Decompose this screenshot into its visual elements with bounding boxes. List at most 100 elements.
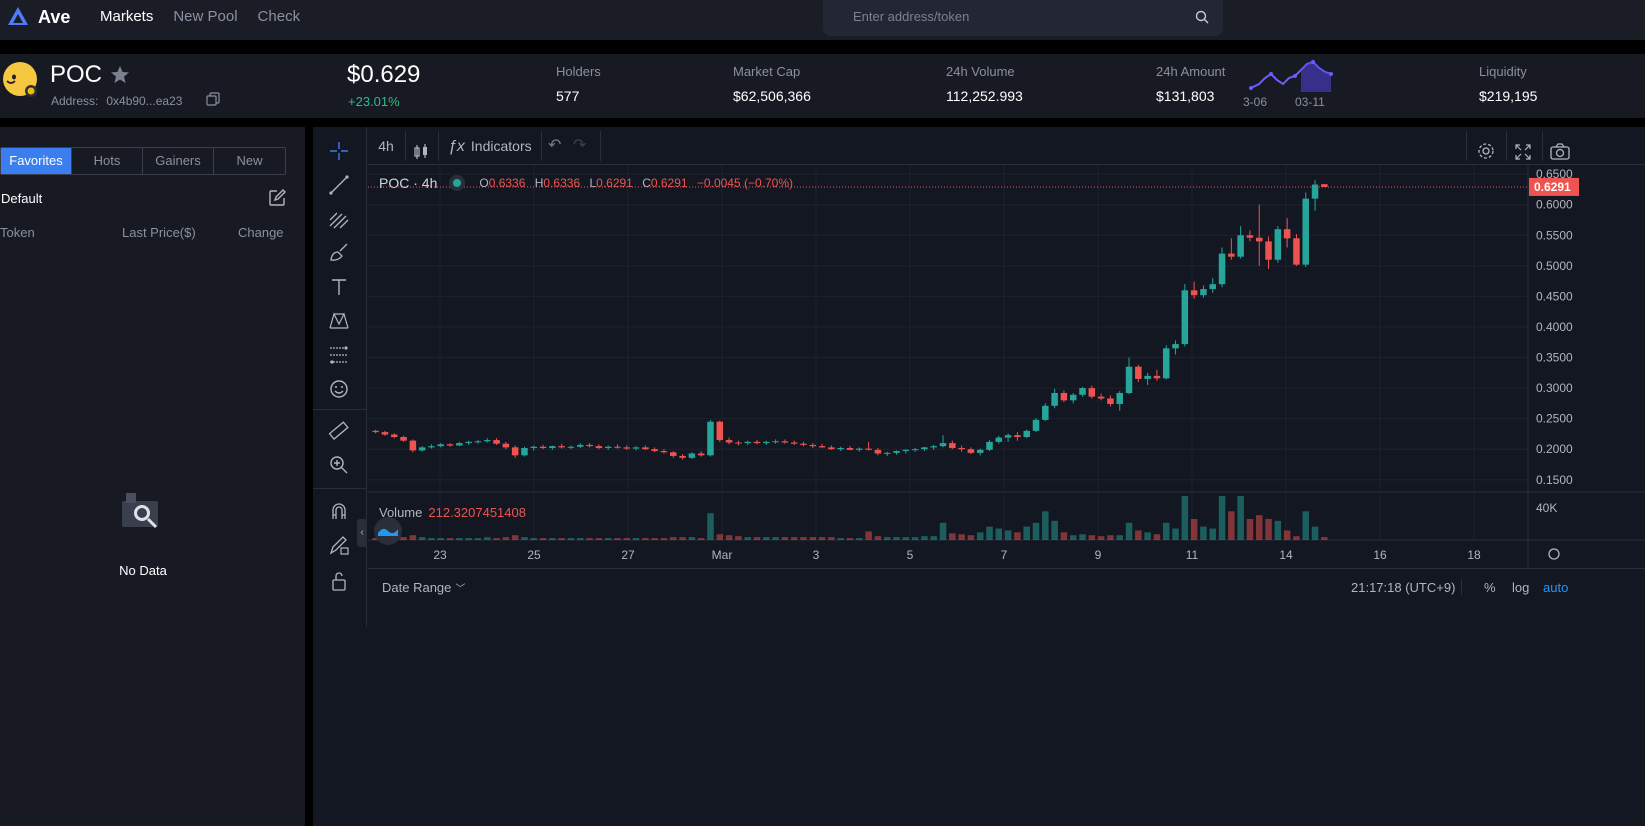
- volume-bar: [921, 536, 928, 540]
- tab-hots[interactable]: Hots: [72, 148, 143, 174]
- favorite-star-icon[interactable]: [110, 65, 130, 85]
- volume-bar: [1302, 511, 1310, 540]
- time-tick-label: 11: [1186, 548, 1199, 562]
- nav-check[interactable]: Check: [258, 8, 301, 25]
- candle-body: [1125, 366, 1133, 393]
- candle-body: [772, 441, 779, 443]
- stat-liquidity: Liquidity $219,195: [1479, 64, 1537, 104]
- column-change[interactable]: Change: [238, 225, 284, 240]
- volume-bar: [744, 537, 751, 540]
- brush-tool[interactable]: [325, 239, 353, 267]
- watchlist-group-name: Default: [1, 191, 43, 206]
- candle-body: [1088, 388, 1096, 397]
- undo-button[interactable]: ↶: [548, 127, 561, 165]
- snapshot-button[interactable]: [1550, 127, 1570, 165]
- percent-scale-toggle[interactable]: %: [1484, 569, 1496, 607]
- unlock-tool[interactable]: [325, 567, 353, 595]
- volume-bar: [883, 537, 891, 540]
- volume-bar: [1321, 537, 1328, 540]
- volume-bar: [1004, 530, 1012, 540]
- candle-body: [995, 437, 1003, 442]
- collapse-toolbar-button[interactable]: ‹: [357, 519, 367, 547]
- candle-body: [484, 440, 491, 442]
- tab-gainers[interactable]: Gainers: [143, 148, 214, 174]
- auto-scale-toggle[interactable]: auto: [1543, 569, 1568, 607]
- fullscreen-button[interactable]: [1514, 127, 1532, 165]
- measure-lines-tool[interactable]: [325, 341, 353, 369]
- search-input[interactable]: Enter address/token: [823, 0, 1223, 36]
- log-scale-toggle[interactable]: log: [1512, 569, 1529, 607]
- time-tick-label: 7: [1001, 548, 1008, 562]
- candle-body: [511, 447, 519, 456]
- stat-24h-volume: 24h Volume 112,252.993: [946, 64, 1023, 104]
- toolbar-divider: [405, 131, 406, 161]
- volume-bar: [772, 537, 779, 540]
- trendline-tool[interactable]: [325, 171, 353, 199]
- settings-button[interactable]: [1476, 127, 1496, 165]
- candle-body: [604, 446, 612, 448]
- volume-bar: [484, 537, 491, 540]
- tab-new[interactable]: New: [214, 148, 285, 174]
- zoom-tool[interactable]: [325, 451, 353, 479]
- chevron-down-icon: ﹀: [455, 584, 466, 595]
- pattern-tool[interactable]: [325, 307, 353, 335]
- magnet-tool[interactable]: [325, 497, 353, 525]
- volume-bar: [577, 538, 584, 540]
- emoji-tool[interactable]: [325, 375, 353, 403]
- text-tool[interactable]: [325, 273, 353, 301]
- price-tick-label: 0.3000: [1536, 381, 1573, 395]
- candle-body: [828, 447, 835, 450]
- gear-icon: [1478, 143, 1494, 159]
- volume-bar: [865, 531, 872, 540]
- volume-bar: [1237, 496, 1244, 540]
- legend-dot-icon[interactable]: [449, 175, 466, 191]
- volume-tick-label: 40K: [1536, 501, 1557, 515]
- copy-icon[interactable]: [206, 92, 220, 106]
- indicators-button[interactable]: ƒx Indicators: [448, 127, 532, 165]
- edit-icon[interactable]: [268, 189, 286, 207]
- column-last-price[interactable]: Last Price($): [122, 225, 196, 240]
- pattern-icon: [329, 312, 349, 329]
- price-tick-label: 0.4000: [1536, 320, 1573, 334]
- watchlist-panel: Favorites Hots Gainers New Default Token…: [0, 127, 305, 826]
- volume-bar: [614, 538, 621, 540]
- redo-button[interactable]: ↷: [573, 127, 586, 165]
- candle-body: [372, 430, 379, 433]
- column-token[interactable]: Token: [0, 225, 35, 240]
- candle-body: [521, 447, 528, 456]
- lock-drawings-tool[interactable]: [325, 531, 353, 559]
- crosshair-tool[interactable]: [325, 137, 353, 165]
- volume-bar: [511, 535, 519, 540]
- pitchfork-tool[interactable]: [325, 205, 353, 233]
- candle-body: [1283, 229, 1291, 239]
- candle-body: [967, 449, 975, 453]
- candle-body: [428, 446, 435, 448]
- volume-bar: [1060, 532, 1068, 540]
- candle-body: [716, 421, 724, 441]
- volume-bar: [763, 537, 770, 540]
- empty-state-icon: [122, 493, 158, 529]
- date-range-button[interactable]: Date Range ﹀: [368, 569, 465, 605]
- chart-type-button[interactable]: [412, 127, 430, 165]
- camera-icon: [1550, 143, 1570, 160]
- volume-bar: [1172, 528, 1179, 540]
- volume-bar: [1125, 522, 1133, 540]
- nav-markets[interactable]: Markets: [100, 8, 153, 25]
- price-change: +23.01%: [348, 94, 400, 109]
- interval-selector[interactable]: 4h: [368, 127, 404, 165]
- volume-bar: [446, 538, 454, 540]
- candlestick-chart[interactable]: 0.65000.60000.55000.50000.45000.40000.35…: [368, 165, 1645, 568]
- open-value: 0.6336: [488, 176, 526, 190]
- nav-new-pool[interactable]: New Pool: [173, 8, 237, 25]
- volume-bar: [725, 535, 733, 540]
- chart-toolbar: 4h ƒx Indicators ↶ ↷: [368, 127, 1645, 165]
- candle-body: [688, 453, 696, 458]
- app-logo[interactable]: Ave: [6, 5, 70, 29]
- search-icon[interactable]: [1195, 10, 1209, 24]
- tab-favorites[interactable]: Favorites: [1, 148, 72, 174]
- ruler-tool[interactable]: [325, 417, 353, 445]
- volume-bar: [474, 538, 482, 540]
- volume-bar: [642, 538, 649, 540]
- token-header: POC Address: 0x4b90...ea23 $0.629 +23.01%…: [0, 54, 1645, 118]
- volume-bar: [1042, 511, 1049, 540]
